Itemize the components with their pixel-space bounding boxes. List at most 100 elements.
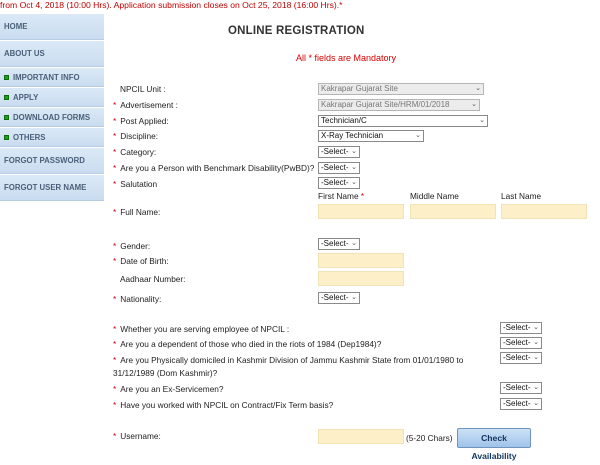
post-applied-select[interactable]: Technician/C ⌄: [318, 115, 488, 127]
required-star: *: [113, 324, 117, 334]
salutation-value: -Select-: [321, 178, 349, 187]
contract-label-text: Have you worked with NPCIL on Contract/F…: [120, 400, 334, 410]
nationality-select[interactable]: -Select- ⌄: [318, 292, 360, 304]
sidebar-item-home[interactable]: HOME: [0, 14, 104, 40]
sidebar-item-forgot-password[interactable]: FORGOT PASSWORD: [0, 148, 104, 174]
bullet-icon: [4, 74, 9, 80]
category-value: -Select-: [321, 147, 349, 156]
required-star: *: [113, 355, 117, 365]
sidebar-item-label: HOME: [4, 21, 28, 31]
riots-dependent-select[interactable]: -Select- ⌄: [500, 337, 542, 349]
required-star: *: [113, 116, 117, 126]
discipline-value: X-Ray Technician: [321, 131, 384, 140]
sidebar-item-label: IMPORTANT INFO: [13, 72, 80, 82]
kashmir-select[interactable]: -Select- ⌄: [500, 352, 542, 364]
pwbd-label: * Are you a Person with Benchmark Disabil…: [113, 163, 314, 173]
pwbd-label-text: Are you a Person with Benchmark Disabili…: [120, 163, 315, 173]
chevron-down-icon: ⌄: [351, 148, 357, 155]
required-star: *: [113, 163, 117, 173]
sidebar-item-download-forms[interactable]: DOWNLOAD FORMS: [0, 108, 104, 127]
chevron-down-icon: ⌄: [351, 240, 357, 247]
category-label: * Category:: [113, 147, 156, 157]
npcil-employee-value: -Select-: [503, 323, 531, 332]
required-star: *: [360, 191, 365, 201]
contract-select[interactable]: -Select- ⌄: [500, 398, 542, 410]
kashmir-value: -Select-: [503, 353, 531, 362]
category-select[interactable]: -Select- ⌄: [318, 146, 360, 158]
post-applied-label-text: Post Applied:: [120, 116, 169, 126]
advertisement-label-text: Advertisement :: [120, 100, 178, 110]
required-star: *: [113, 100, 117, 110]
aadhaar-label: Aadhaar Number:: [120, 274, 186, 284]
npcil-employee-select[interactable]: -Select- ⌄: [500, 322, 542, 334]
sidebar-item-about-us[interactable]: ABOUT US: [0, 41, 104, 67]
chevron-down-icon: ⌄: [415, 132, 421, 139]
salutation-label-text: Salutation: [120, 179, 158, 189]
sidebar-menu: HOME ABOUT US IMPORTANT INFO APPLY DOWNL…: [0, 14, 104, 202]
aadhaar-input[interactable]: [318, 271, 404, 286]
bullet-icon: [4, 94, 9, 100]
username-hint: (5-20 Chars): [406, 433, 453, 443]
sidebar-item-label: DOWNLOAD FORMS: [13, 112, 91, 122]
required-star: *: [113, 256, 117, 266]
sidebar-item-apply[interactable]: APPLY: [0, 88, 104, 107]
riots-dependent-label-text: Are you a dependent of those who died in…: [120, 339, 382, 349]
chevron-down-icon: ⌄: [351, 294, 357, 301]
middle-name-header: Middle Name: [410, 191, 459, 201]
full-name-label: * Full Name:: [113, 207, 160, 217]
dob-input[interactable]: [318, 253, 404, 268]
salutation-label: * Salutation: [113, 179, 157, 189]
riots-dependent-value: -Select-: [503, 338, 531, 347]
sidebar-item-label: FORGOT USER NAME: [4, 182, 87, 192]
pwbd-value: -Select-: [321, 163, 349, 172]
page-title: ONLINE REGISTRATION: [228, 25, 365, 37]
sidebar-item-important-info[interactable]: IMPORTANT INFO: [0, 68, 104, 87]
announcement-ticker: from Oct 4, 2018 (10:00 Hrs). Applicatio…: [0, 0, 343, 10]
required-star: *: [113, 179, 117, 189]
category-label-text: Category:: [120, 147, 157, 157]
last-name-header: Last Name: [501, 191, 542, 201]
required-star: *: [113, 241, 117, 251]
salutation-select[interactable]: -Select- ⌄: [318, 177, 360, 189]
gender-label: * Gender:: [113, 241, 150, 251]
npcil-employee-label-text: Whether you are serving employee of NPCI…: [120, 324, 290, 334]
sidebar-item-others[interactable]: OTHERS: [0, 128, 104, 147]
post-applied-value: Technician/C: [321, 116, 367, 125]
riots-dependent-label: * Are you a dependent of those who died i…: [113, 339, 381, 349]
contract-value: -Select-: [503, 399, 531, 408]
chevron-down-icon: ⌄: [533, 384, 539, 391]
last-name-input[interactable]: [501, 204, 587, 219]
chevron-down-icon: ⌄: [533, 354, 539, 361]
kashmir-label-text: Are you Physically domiciled in Kashmir …: [120, 355, 464, 365]
required-star: *: [113, 294, 117, 304]
username-input[interactable]: [318, 429, 404, 444]
npcil-unit-label: NPCIL Unit :: [120, 84, 166, 94]
ex-servicemen-value: -Select-: [503, 383, 531, 392]
chevron-down-icon: ⌄: [471, 101, 477, 108]
first-name-input[interactable]: [318, 204, 404, 219]
ex-servicemen-label: * Are you an Ex-Servicemen?: [113, 384, 224, 394]
discipline-select[interactable]: X-Ray Technician ⌄: [318, 130, 424, 142]
npcil-employee-label: * Whether you are serving employee of NPC…: [113, 324, 289, 334]
bullet-icon: [4, 114, 9, 120]
sidebar-item-label: OTHERS: [13, 132, 46, 142]
gender-select[interactable]: -Select- ⌄: [318, 238, 360, 250]
kashmir-label-line2: 31/12/1989 (Dom Kashmir)?: [113, 368, 218, 378]
sidebar-item-forgot-user-name[interactable]: FORGOT USER NAME: [0, 175, 104, 201]
npcil-unit-select[interactable]: Kakrapar Gujarat Site ⌄: [318, 83, 484, 95]
middle-name-input[interactable]: [410, 204, 496, 219]
kashmir-label: * Are you Physically domiciled in Kashmir…: [113, 355, 463, 365]
check-availability-button[interactable]: Check Availability: [457, 428, 531, 461]
first-name-header: First Name *: [318, 191, 364, 201]
mandatory-note: All * fields are Mandatory: [296, 53, 397, 63]
advertisement-value: Kakrapar Gujarat Site/HRM/01/2018: [321, 100, 450, 109]
pwbd-select[interactable]: -Select- ⌄: [318, 162, 360, 174]
advertisement-select[interactable]: Kakrapar Gujarat Site/HRM/01/2018 ⌄: [318, 99, 480, 111]
npcil-unit-value: Kakrapar Gujarat Site: [321, 84, 398, 93]
ex-servicemen-label-text: Are you an Ex-Servicemen?: [120, 384, 224, 394]
chevron-down-icon: ⌄: [351, 164, 357, 171]
first-name-header-text: First Name: [318, 191, 359, 201]
required-star: *: [113, 207, 117, 217]
ex-servicemen-select[interactable]: -Select- ⌄: [500, 382, 542, 394]
dob-label: * Date of Birth:: [113, 256, 169, 266]
